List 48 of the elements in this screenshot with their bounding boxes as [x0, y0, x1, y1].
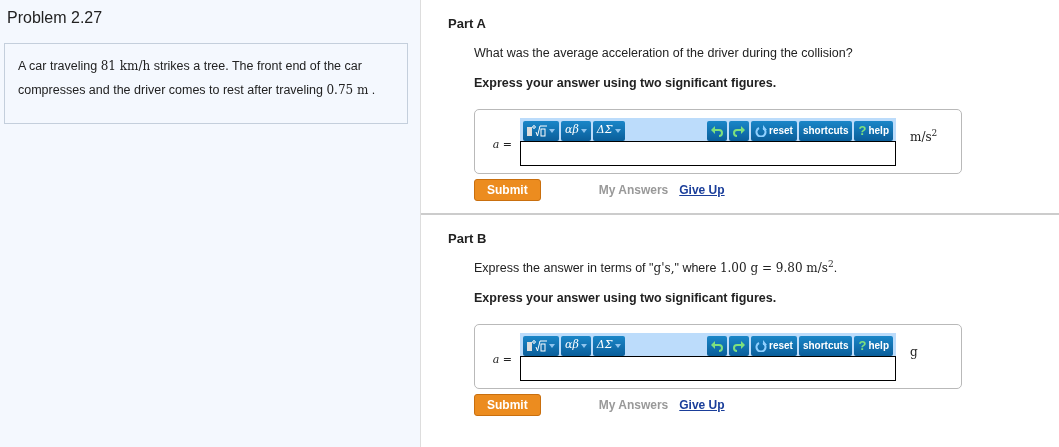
variable-label: a = — [491, 352, 513, 369]
caret-icon — [549, 128, 555, 133]
caret-icon — [614, 343, 621, 348]
template-button[interactable] — [523, 120, 559, 141]
instruction-text: Express your answer using two significant figures. — [474, 290, 778, 308]
caret-icon — [614, 128, 621, 133]
undo-icon — [711, 339, 723, 352]
template-icon — [527, 124, 547, 137]
redo-button[interactable] — [729, 335, 749, 356]
my-answers-link[interactable]: My Answers — [598, 396, 669, 414]
shortcuts-button[interactable]: shortcuts — [798, 120, 853, 141]
symbol-menu-button[interactable]: αβ — [561, 120, 591, 141]
undo-icon — [711, 124, 723, 137]
answer-field[interactable] — [520, 140, 896, 166]
template-button[interactable] — [523, 335, 559, 356]
problem-title: Problem 2.27 — [6, 8, 104, 28]
shortcuts-button[interactable]: shortcuts — [798, 335, 853, 356]
give-up-link[interactable]: Give Up — [679, 396, 725, 414]
redo-button[interactable] — [729, 120, 749, 141]
redo-icon — [733, 124, 745, 137]
symbol-menu-button[interactable]: ΔΣ — [592, 335, 625, 356]
caret-icon — [549, 343, 555, 348]
problem-statement: A car traveling 81 km/h strikes a tree. The front end of the car compresses and the driver comes to rest after traveling 0.75 m . — [4, 43, 408, 124]
help-button[interactable]: ?help — [854, 120, 893, 141]
template-icon — [527, 339, 547, 352]
part-heading: Part A — [448, 15, 487, 33]
symbol-menu-button[interactable]: ΔΣ — [592, 120, 625, 141]
unit-label: g — [910, 343, 918, 361]
reset-icon — [755, 124, 767, 137]
reset-button[interactable]: reset — [751, 335, 797, 356]
symbol-menu-button[interactable]: αβ — [561, 335, 591, 356]
undo-button[interactable] — [707, 335, 727, 356]
help-button[interactable]: ?help — [854, 335, 893, 356]
question-text: Express the answer in terms of "g's," where 1.00 g = 9.80 m/s$^{2}$. — [474, 258, 839, 277]
reset-button[interactable]: reset — [751, 120, 797, 141]
part-heading: Part B — [448, 230, 488, 248]
my-answers-link[interactable]: My Answers — [598, 181, 669, 199]
caret-icon — [580, 128, 587, 133]
redo-icon — [733, 339, 745, 352]
question-text: What was the average acceleration of the driver during the collision? — [474, 44, 854, 62]
answer-field[interactable] — [520, 355, 896, 381]
unit-label: m/s$^{2}$ — [910, 127, 938, 146]
reset-icon — [755, 339, 767, 352]
undo-button[interactable] — [707, 120, 727, 141]
caret-icon — [580, 343, 587, 348]
variable-label: a = — [491, 137, 513, 154]
instruction-text: Express your answer using two significant figures. — [474, 75, 778, 93]
give-up-link[interactable]: Give Up — [679, 181, 725, 199]
